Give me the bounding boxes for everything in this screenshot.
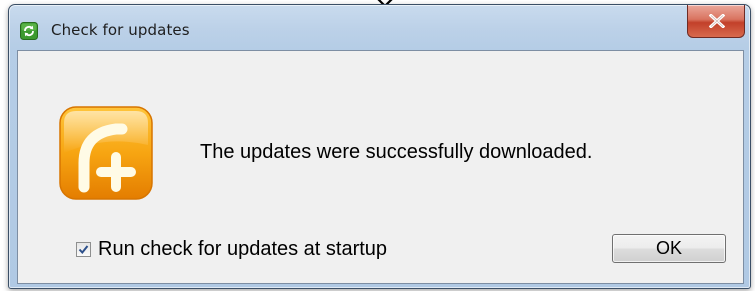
- window-title: Check for updates: [51, 21, 190, 39]
- dialog-window: Check for updates The updates were succe…: [8, 4, 751, 289]
- app-logo-icon: [59, 106, 153, 200]
- startup-checkbox-row[interactable]: Run check for updates at startup: [76, 237, 387, 261]
- startup-checkbox-label[interactable]: Run check for updates at startup: [98, 238, 387, 261]
- status-message: The updates were successfully downloaded…: [200, 141, 593, 163]
- close-button[interactable]: [687, 5, 745, 38]
- ok-button[interactable]: OK: [612, 234, 726, 263]
- checkmark-icon: [78, 244, 89, 254]
- dialog-body: The updates were successfully downloaded…: [17, 50, 744, 284]
- title-bar[interactable]: Check for updates: [9, 5, 750, 49]
- refresh-icon: [20, 22, 38, 40]
- startup-checkbox[interactable]: [76, 241, 91, 257]
- close-icon: [709, 14, 725, 28]
